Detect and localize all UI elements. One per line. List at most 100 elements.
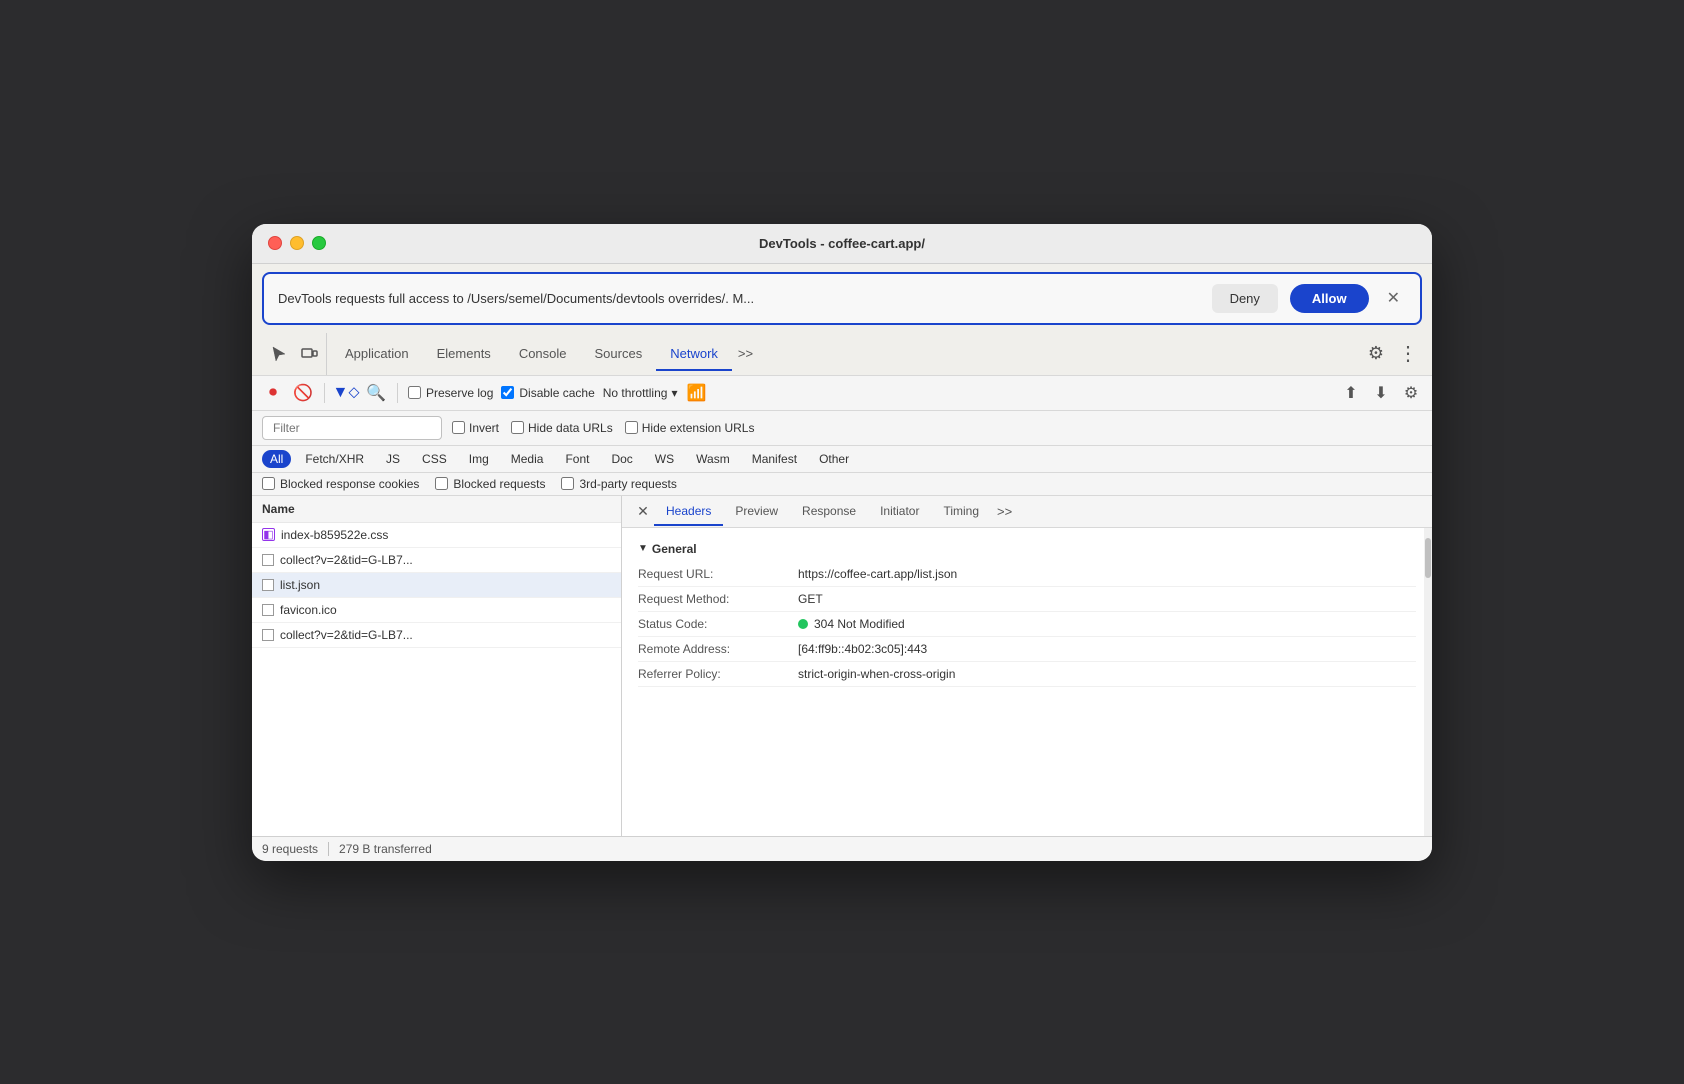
detail-tab-response[interactable]: Response <box>790 496 868 526</box>
close-detail-button[interactable]: ✕ <box>632 500 654 522</box>
nav-tabs: Application Elements Console Sources Net… <box>331 336 1362 371</box>
file-list-header: Name <box>252 496 621 523</box>
type-filter-js[interactable]: JS <box>378 450 408 468</box>
wifi-icon[interactable]: 📶 <box>685 382 707 404</box>
header-key: Status Code: <box>638 617 798 631</box>
settings-icon[interactable]: ⚙ <box>1362 340 1390 368</box>
list-item[interactable]: collect?v=2&tid=G-LB7... <box>252 548 621 573</box>
preserve-log-label[interactable]: Preserve log <box>408 386 493 400</box>
header-val: https://coffee-cart.app/list.json <box>798 567 957 581</box>
blocked-requests-label[interactable]: Blocked requests <box>435 477 545 491</box>
type-filter-font[interactable]: Font <box>557 450 597 468</box>
header-row: Status Code: 304 Not Modified <box>638 612 1416 637</box>
hide-ext-urls-checkbox[interactable] <box>625 421 638 434</box>
detail-tab-initiator[interactable]: Initiator <box>868 496 931 526</box>
filter-row: Invert Hide data URLs Hide extension URL… <box>252 411 1432 446</box>
throttle-select[interactable]: No throttling ▾ <box>603 386 678 400</box>
clear-icon[interactable]: 🚫 <box>292 382 314 404</box>
scrollbar-thumb[interactable] <box>1425 538 1431 578</box>
header-val: [64:ff9b::4b02:3c05]:443 <box>798 642 927 656</box>
list-item[interactable]: list.json <box>252 573 621 598</box>
css-file-icon: ◧ <box>262 528 275 541</box>
detail-tab-timing[interactable]: Timing <box>931 496 991 526</box>
main-area: Name ◧ index-b859522e.css collect?v=2&ti… <box>252 496 1432 836</box>
window-title: DevTools - coffee-cart.app/ <box>759 236 925 251</box>
more-options-icon[interactable]: ⋮ <box>1394 340 1422 368</box>
type-filter-img[interactable]: Img <box>461 450 497 468</box>
upload-icon[interactable]: ⬆ <box>1340 382 1362 404</box>
requests-count: 9 requests <box>262 842 318 856</box>
more-detail-tabs[interactable]: >> <box>991 496 1018 527</box>
traffic-lights <box>268 236 326 250</box>
file-name: collect?v=2&tid=G-LB7... <box>280 628 413 642</box>
network-toolbar: ⏺ 🚫 ▼⬦ 🔍 Preserve log Disable cache No t… <box>252 376 1432 411</box>
cursor-icon[interactable] <box>266 341 292 367</box>
nav-toolbar: Application Elements Console Sources Net… <box>252 333 1432 376</box>
download-icon[interactable]: ⬇ <box>1370 382 1392 404</box>
deny-button[interactable]: Deny <box>1212 284 1278 313</box>
more-tabs-button[interactable]: >> <box>732 338 759 369</box>
hide-data-urls-label[interactable]: Hide data URLs <box>511 421 613 435</box>
file-name: favicon.ico <box>280 603 337 617</box>
header-key: Remote Address: <box>638 642 798 656</box>
tab-elements[interactable]: Elements <box>423 336 505 371</box>
type-filter-fetchxhr[interactable]: Fetch/XHR <box>297 450 372 468</box>
blocked-cookies-checkbox[interactable] <box>262 477 275 490</box>
type-filter-manifest[interactable]: Manifest <box>744 450 805 468</box>
disable-cache-checkbox[interactable] <box>501 386 514 399</box>
search-icon[interactable]: 🔍 <box>365 382 387 404</box>
type-filter-other[interactable]: Other <box>811 450 857 468</box>
preserve-log-checkbox[interactable] <box>408 386 421 399</box>
type-filter-ws[interactable]: WS <box>647 450 682 468</box>
header-key: Request Method: <box>638 592 798 606</box>
maximize-button[interactable] <box>312 236 326 250</box>
tab-network[interactable]: Network <box>656 336 732 371</box>
third-party-checkbox[interactable] <box>561 477 574 490</box>
permission-close-button[interactable]: ✕ <box>1381 286 1406 310</box>
close-button[interactable] <box>268 236 282 250</box>
disable-cache-label[interactable]: Disable cache <box>501 386 594 400</box>
tab-sources[interactable]: Sources <box>581 336 657 371</box>
hide-data-urls-checkbox[interactable] <box>511 421 524 434</box>
tab-application[interactable]: Application <box>331 336 423 371</box>
title-bar: DevTools - coffee-cart.app/ <box>252 224 1432 264</box>
type-filter-doc[interactable]: Doc <box>603 450 640 468</box>
blocked-cookies-label[interactable]: Blocked response cookies <box>262 477 419 491</box>
type-filter-media[interactable]: Media <box>503 450 552 468</box>
tab-console[interactable]: Console <box>505 336 581 371</box>
detail-tab-preview[interactable]: Preview <box>723 496 790 526</box>
list-item[interactable]: favicon.ico <box>252 598 621 623</box>
filter-icon[interactable]: ▼⬦ <box>335 382 357 404</box>
scrollbar[interactable] <box>1424 528 1432 836</box>
device-icon[interactable] <box>296 341 322 367</box>
network-settings-icon[interactable]: ⚙ <box>1400 382 1422 404</box>
third-party-label[interactable]: 3rd-party requests <box>561 477 676 491</box>
detail-tab-headers[interactable]: Headers <box>654 496 723 526</box>
blocked-requests-checkbox[interactable] <box>435 477 448 490</box>
header-row: Remote Address: [64:ff9b::4b02:3c05]:443 <box>638 637 1416 662</box>
toolbar-right: ⚙ ⋮ <box>1362 340 1422 368</box>
chevron-down-icon: ▾ <box>671 386 677 400</box>
status-bar: 9 requests 279 B transferred <box>252 836 1432 861</box>
type-filter-wasm[interactable]: Wasm <box>688 450 738 468</box>
file-checkbox-icon <box>262 629 274 641</box>
list-item[interactable]: ◧ index-b859522e.css <box>252 523 621 548</box>
invert-checkbox[interactable] <box>452 421 465 434</box>
minimize-button[interactable] <box>290 236 304 250</box>
hide-ext-urls-label[interactable]: Hide extension URLs <box>625 421 755 435</box>
type-filter-all[interactable]: All <box>262 450 291 468</box>
header-row: Request URL: https://coffee-cart.app/lis… <box>638 562 1416 587</box>
record-stop-icon[interactable]: ⏺ <box>262 382 284 404</box>
allow-button[interactable]: Allow <box>1290 284 1369 313</box>
divider-1 <box>324 383 325 403</box>
invert-label[interactable]: Invert <box>452 421 499 435</box>
file-name: index-b859522e.css <box>281 528 388 542</box>
type-filter-css[interactable]: CSS <box>414 450 455 468</box>
header-row: Referrer Policy: strict-origin-when-cros… <box>638 662 1416 687</box>
transferred-size: 279 B transferred <box>339 842 432 856</box>
filter-input[interactable] <box>262 416 442 440</box>
general-section: General Request URL: https://coffee-cart… <box>622 528 1432 695</box>
detail-panel: ✕ Headers Preview Response Initiator Tim… <box>622 496 1432 836</box>
list-item[interactable]: collect?v=2&tid=G-LB7... <box>252 623 621 648</box>
file-name: list.json <box>280 578 320 592</box>
